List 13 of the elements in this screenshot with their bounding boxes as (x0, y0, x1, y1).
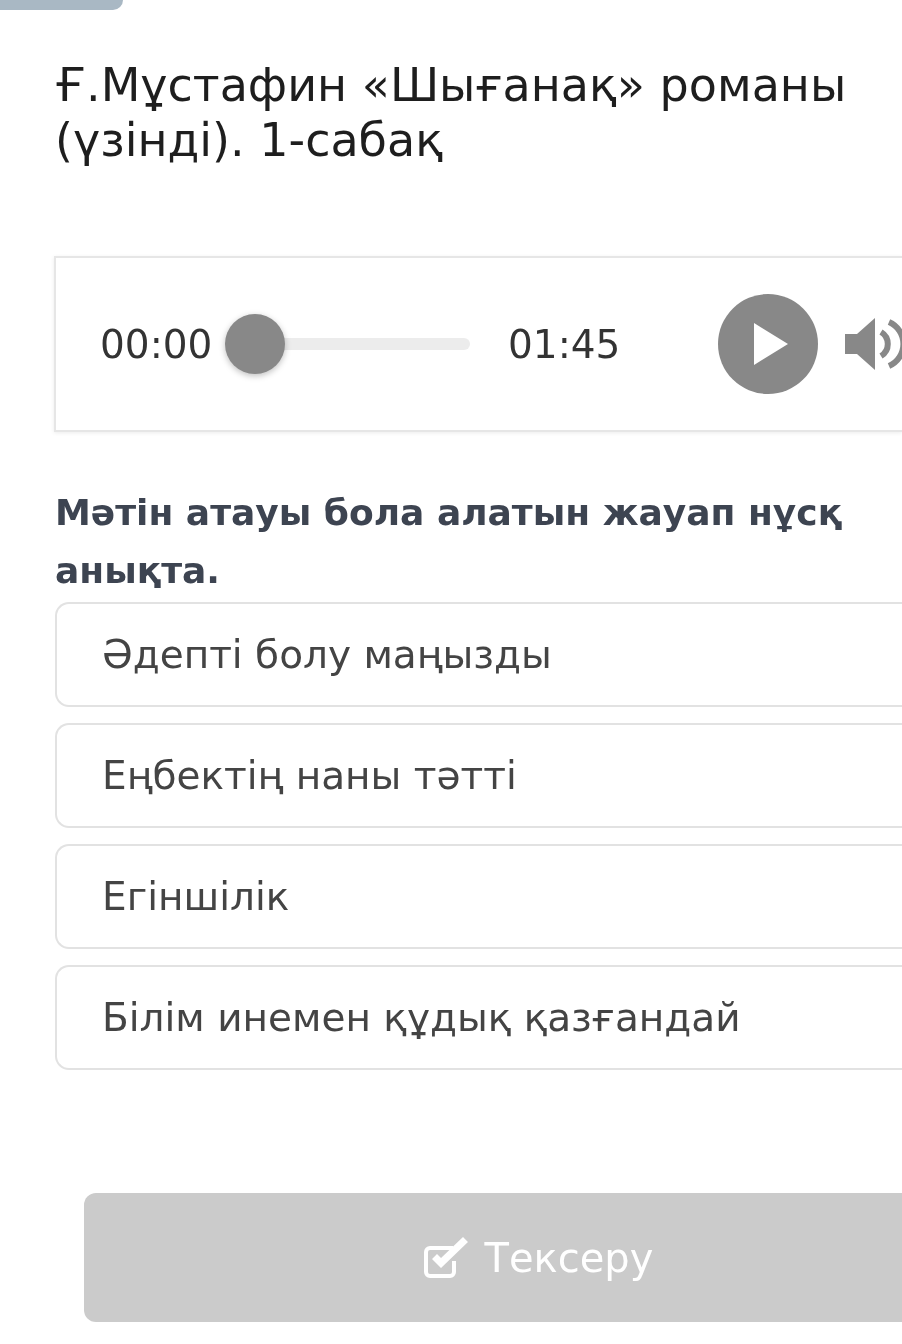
seek-slider[interactable] (225, 314, 470, 374)
lesson-title: Ғ.Мұстафин «Шығанақ» романы (үзінді). 1-сабақ (55, 58, 847, 168)
slider-thumb[interactable] (225, 314, 285, 374)
speaker-icon[interactable] (845, 316, 902, 372)
answer-option[interactable]: Әдепті болу маңызды (55, 602, 902, 707)
answer-option[interactable]: Егіншілік (55, 844, 902, 949)
duration-time: 01:45 (508, 321, 622, 367)
answer-option[interactable]: Еңбектің наны тәтті (55, 723, 902, 828)
current-time: 00:00 (100, 321, 214, 367)
answer-option[interactable]: Білім инемен құдық қазғандай (55, 965, 902, 1070)
checkbox-icon (422, 1236, 469, 1279)
question-text: Мәтін атауы бола алатын жауап нұсқ анықта. (55, 491, 844, 593)
play-icon (754, 323, 788, 365)
